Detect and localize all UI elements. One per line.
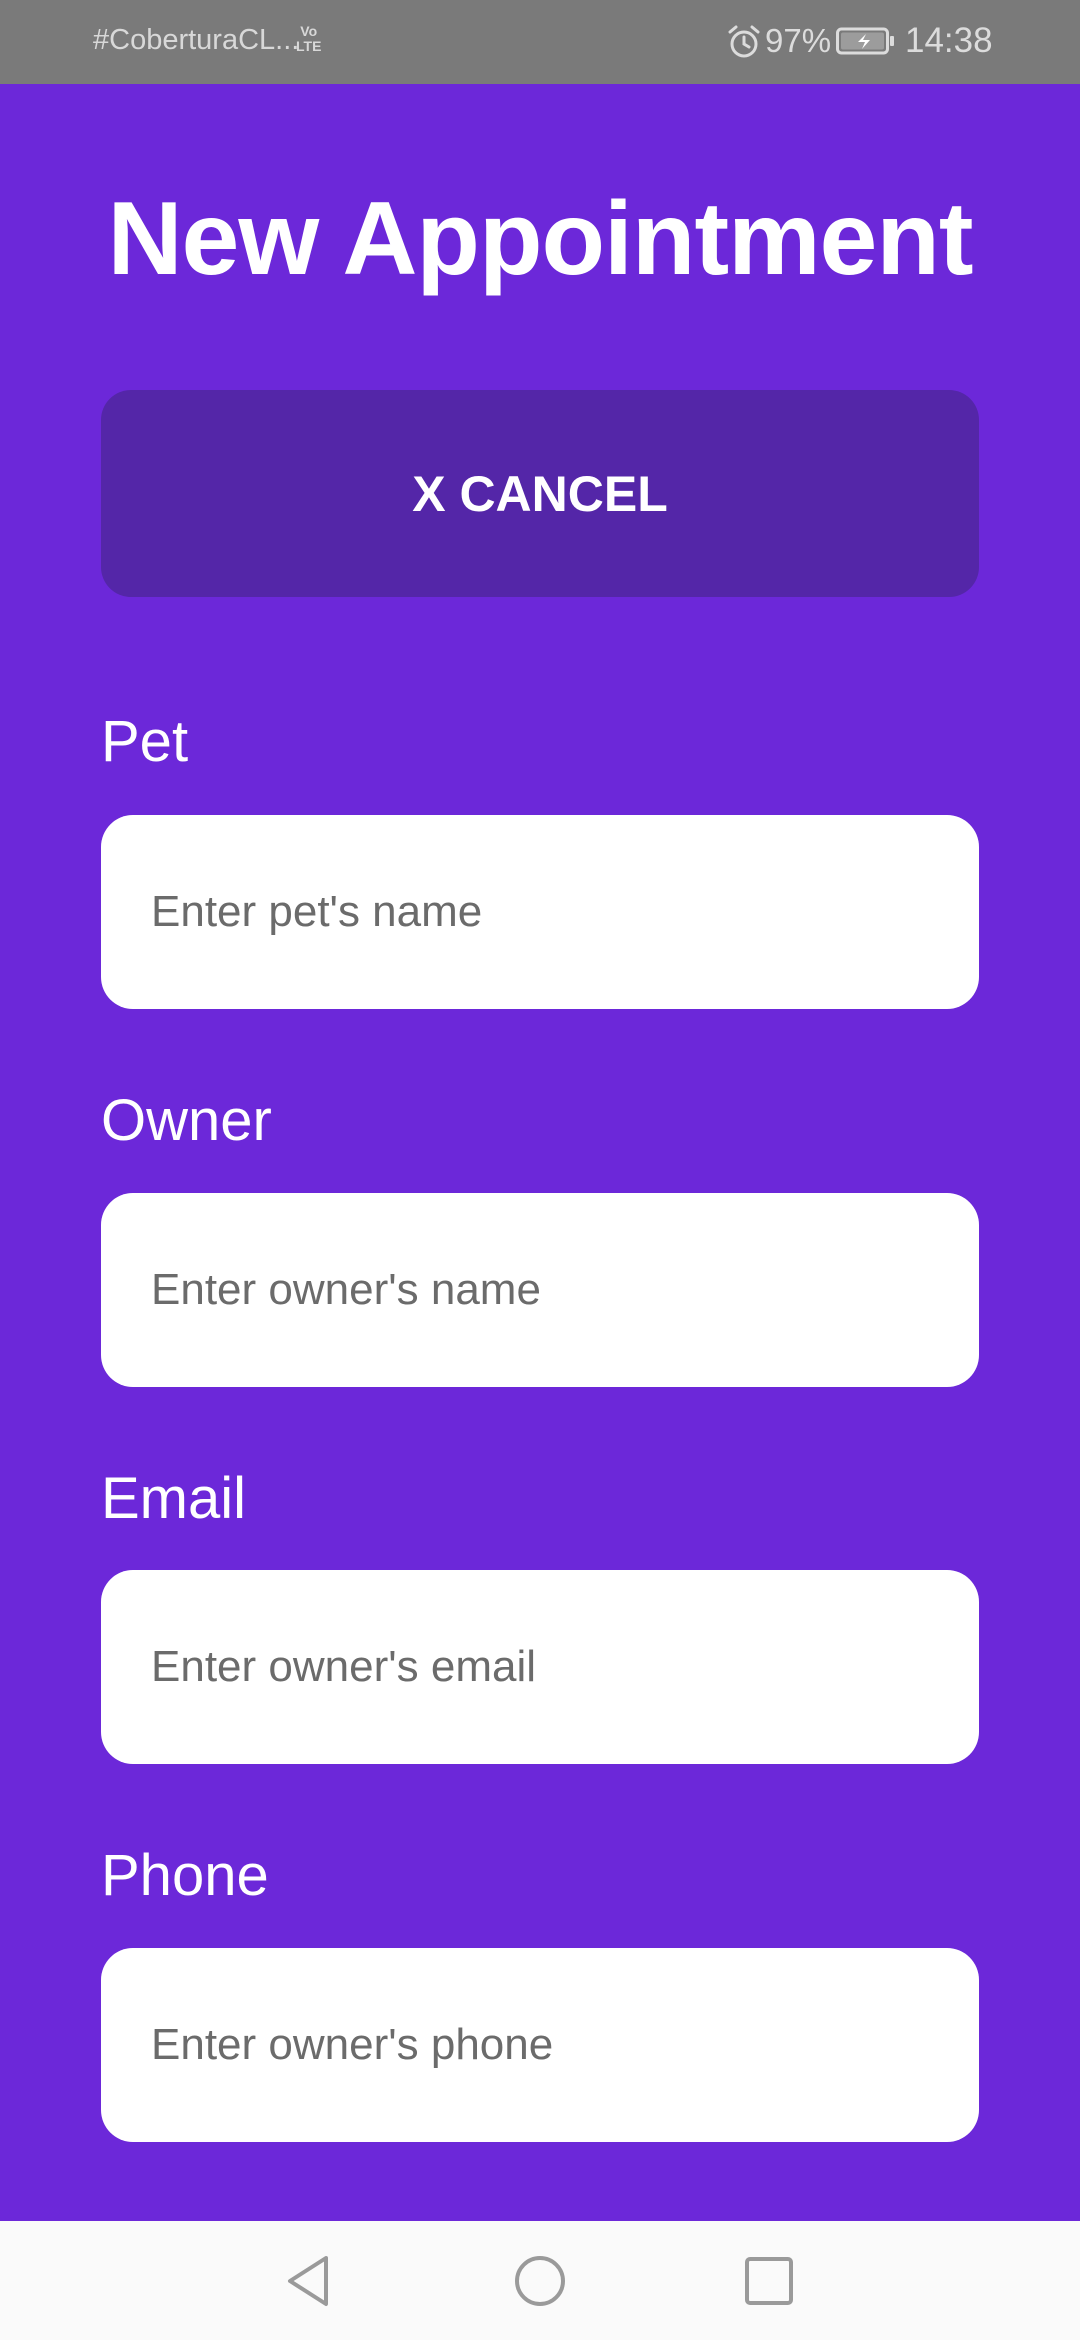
owner-email-input[interactable]	[101, 1570, 979, 1764]
home-circle-icon[interactable]	[505, 2246, 575, 2316]
carrier-name: #CoberturaCL...	[93, 24, 300, 56]
owner-name-input[interactable]	[101, 1193, 979, 1387]
back-triangle-icon[interactable]	[273, 2246, 343, 2316]
email-label: Email	[101, 1466, 247, 1531]
navigation-bar	[0, 2221, 1080, 2340]
status-bar: #CoberturaCL... Vo LTE 97% 14:38	[0, 0, 1080, 84]
owner-phone-input[interactable]	[101, 1948, 979, 2142]
battery-percent: 97%	[765, 22, 832, 59]
pet-label: Pet	[101, 709, 189, 774]
volte-top-text: Vo	[300, 23, 318, 39]
clock: 14:38	[905, 21, 993, 60]
pet-name-input[interactable]	[101, 815, 979, 1009]
page-title: New Appointment	[107, 181, 973, 297]
alarm-icon	[728, 25, 760, 58]
owner-label: Owner	[101, 1088, 272, 1153]
battery-charging-icon	[836, 27, 894, 55]
recents-square-icon[interactable]	[734, 2246, 804, 2316]
volte-bottom-text: LTE	[296, 38, 322, 54]
volte-indicator: Vo LTE	[296, 24, 321, 54]
phone-label: Phone	[101, 1843, 269, 1908]
cancel-button[interactable]: X CANCEL	[101, 390, 979, 597]
